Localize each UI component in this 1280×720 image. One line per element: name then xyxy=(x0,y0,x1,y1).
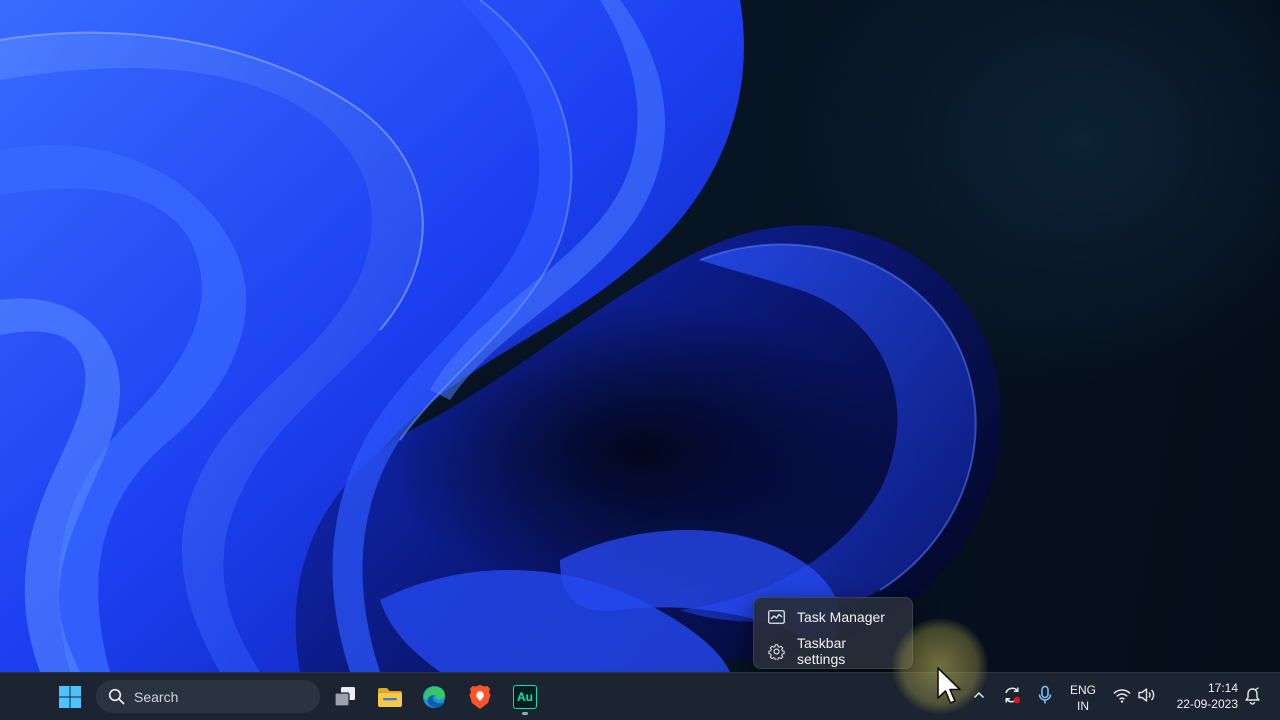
volume-button[interactable] xyxy=(1136,686,1158,704)
taskbar-search-box[interactable]: Search xyxy=(96,680,320,713)
notifications-button[interactable] xyxy=(1242,686,1262,706)
windows-logo-icon xyxy=(59,686,81,708)
task-manager-icon xyxy=(768,610,785,624)
microphone-button[interactable] xyxy=(1035,684,1055,706)
folder-icon xyxy=(378,688,402,707)
taskbar-context-menu: Task Manager Taskbar settings xyxy=(753,597,913,669)
clock-date: 22-09-2023 xyxy=(1176,697,1238,711)
network-button[interactable] xyxy=(1112,686,1132,704)
wifi-icon xyxy=(1113,688,1131,703)
file-explorer-button[interactable] xyxy=(370,677,410,717)
search-placeholder: Search xyxy=(134,688,179,705)
brave-browser-button[interactable] xyxy=(460,677,500,717)
edge-browser-button[interactable] xyxy=(414,677,454,717)
microphone-icon xyxy=(1038,685,1052,704)
clock-button[interactable]: 17:14 22-09-2023 xyxy=(1166,680,1238,712)
language-code: ENG xyxy=(1069,683,1096,697)
mouse-pointer-icon xyxy=(937,667,961,704)
active-app-indicator xyxy=(522,712,528,715)
brave-icon xyxy=(469,685,491,709)
task-view-icon xyxy=(334,687,355,707)
start-button[interactable] xyxy=(50,677,90,717)
speaker-icon xyxy=(1138,688,1155,702)
menu-item-label: Task Manager xyxy=(797,609,885,625)
menu-item-task-manager[interactable]: Task Manager xyxy=(758,602,908,632)
task-view-button[interactable] xyxy=(325,677,365,717)
language-region: IN xyxy=(1077,699,1089,713)
notification-bell-icon xyxy=(1244,687,1260,705)
search-icon xyxy=(108,688,125,705)
gear-icon xyxy=(768,643,785,660)
audition-app-button[interactable]: Au xyxy=(505,677,545,717)
input-language-indicator[interactable]: ENG IN xyxy=(1068,682,1098,714)
audition-icon: Au xyxy=(513,685,537,709)
bloom-wallpaper-art xyxy=(0,0,1001,672)
sync-status-button[interactable] xyxy=(1001,684,1023,706)
audition-icon-label: Au xyxy=(517,690,533,704)
edge-icon xyxy=(423,686,445,708)
sync-icon xyxy=(1005,687,1021,704)
menu-item-label: Taskbar settings xyxy=(797,635,847,667)
desktop-wallpaper xyxy=(0,0,1280,672)
clock-time: 17:14 xyxy=(1207,681,1238,695)
menu-item-taskbar-settings[interactable]: Taskbar settings xyxy=(758,635,908,667)
